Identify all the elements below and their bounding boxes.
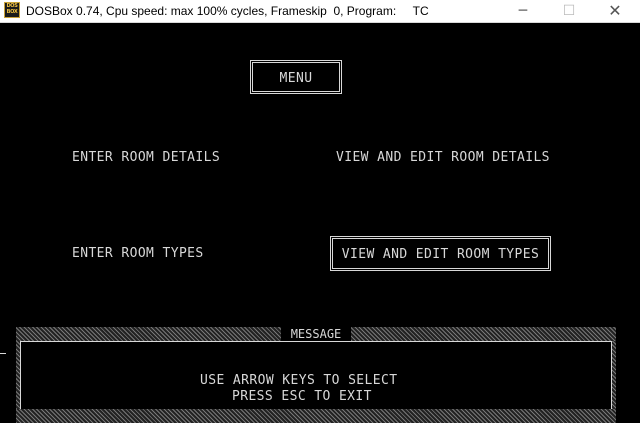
minimize-icon[interactable]: ─ [500,0,546,22]
dos-screen[interactable]: MENU ENTER ROOM DETAILS VIEW AND EDIT RO… [0,23,640,423]
dosbox-app-icon[interactable]: DOS BOX [4,2,20,18]
message-line-exit: PRESS ESC TO EXIT [232,389,372,404]
window-title: DOSBox 0.74, Cpu speed: max 100% cycles,… [26,4,429,18]
window-titlebar: DOS BOX DOSBox 0.74, Cpu speed: max 100%… [0,0,640,23]
message-panel-bottom-border [16,409,616,423]
menu-title: MENU [279,71,313,86]
menu-item-view-edit-room-details[interactable]: VIEW AND EDIT ROOM DETAILS [336,150,550,166]
menu-item-view-edit-room-types-label: VIEW AND EDIT ROOM TYPES [341,247,540,262]
app-icon-text-bottom: BOX [6,9,18,15]
text-cursor [0,353,6,354]
maximize-icon[interactable]: ☐ [546,0,592,22]
menu-title-box: MENU [250,60,342,94]
message-panel-title: MESSAGE [281,327,351,341]
menu-item-enter-room-details[interactable]: ENTER ROOM DETAILS [72,150,220,166]
message-panel-right-border [612,341,616,409]
close-icon[interactable]: ✕ [592,0,638,22]
menu-item-enter-room-types[interactable]: ENTER ROOM TYPES [72,246,204,262]
menu-item-view-edit-room-types[interactable]: VIEW AND EDIT ROOM TYPES [330,236,551,271]
message-line-select: USE ARROW KEYS TO SELECT [200,373,398,388]
